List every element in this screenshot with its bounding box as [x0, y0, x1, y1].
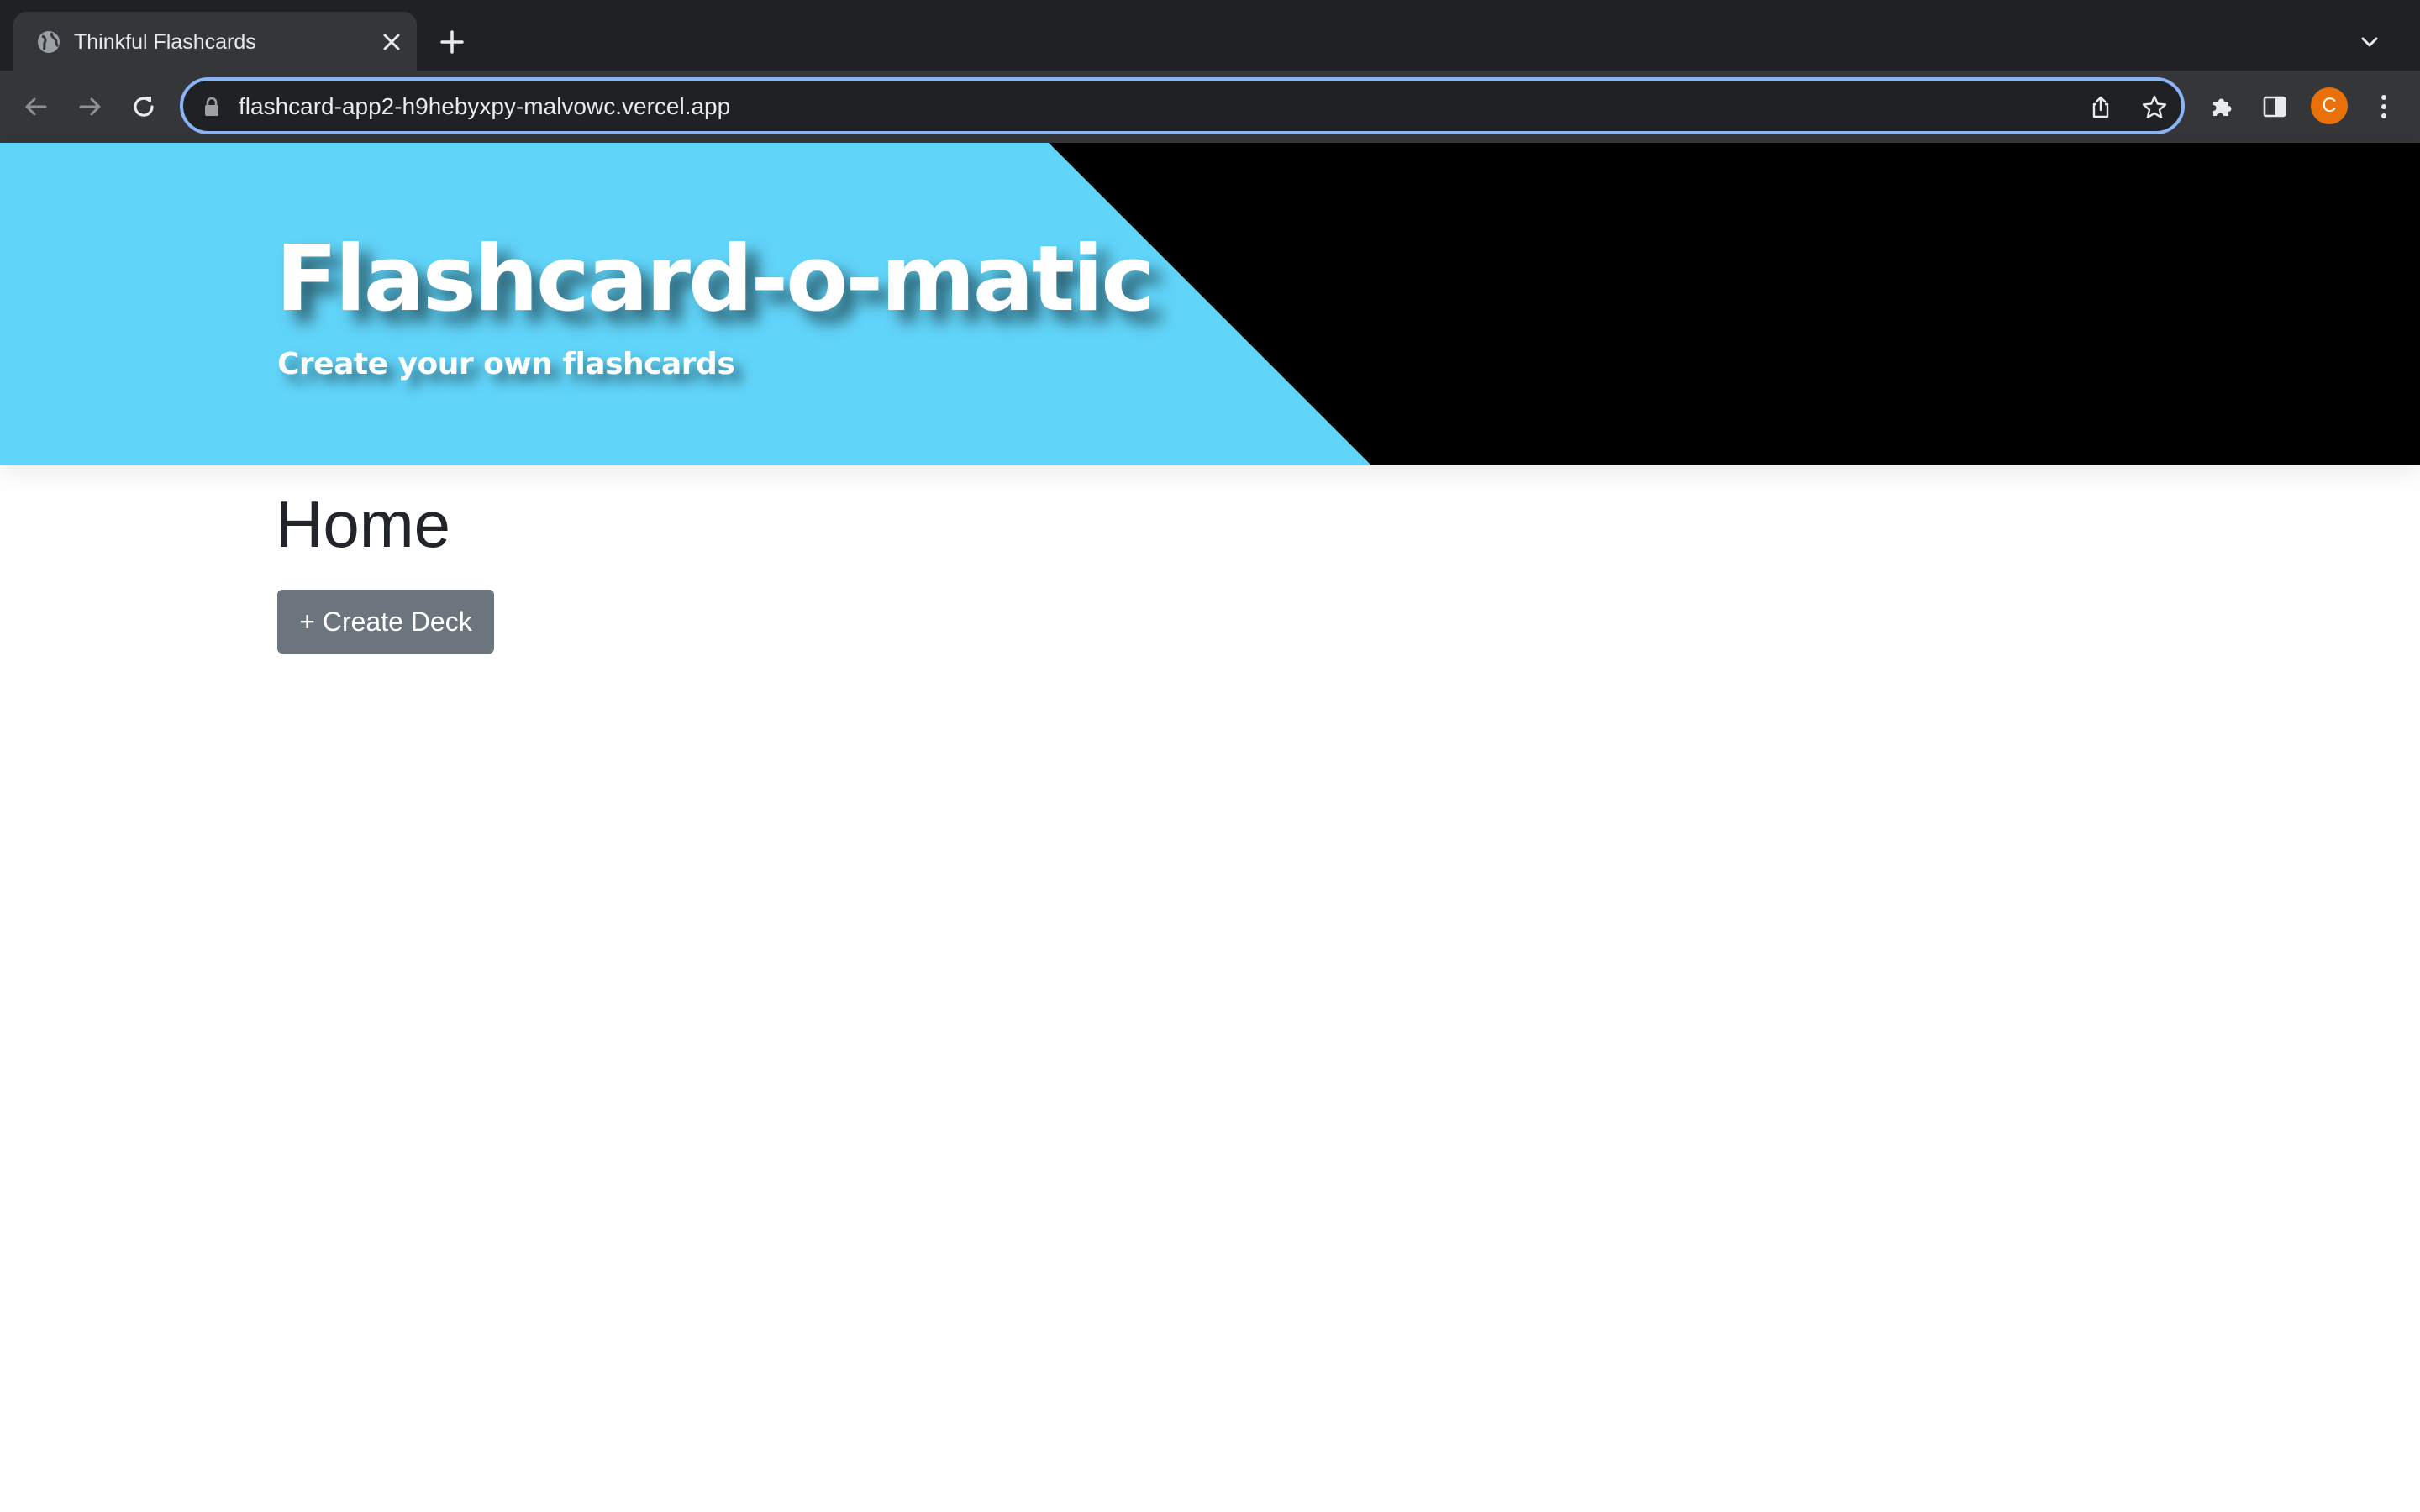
create-deck-button[interactable]: + Create Deck	[277, 590, 494, 654]
address-bar[interactable]: flashcard-app2-h9hebyxpy-malvowc.vercel.…	[180, 77, 2185, 134]
lock-icon[interactable]	[202, 96, 222, 118]
browser-window: Thinkful Flashcards flashcard-app2-h9heb…	[0, 0, 2420, 1512]
browser-toolbar: flashcard-app2-h9hebyxpy-malvowc.vercel.…	[0, 71, 2420, 143]
tab-strip: Thinkful Flashcards	[0, 0, 2420, 71]
url-text[interactable]: flashcard-app2-h9hebyxpy-malvowc.vercel.…	[239, 92, 730, 121]
arrow-left-icon[interactable]	[17, 87, 55, 126]
plus-icon[interactable]	[435, 25, 469, 59]
close-icon[interactable]	[378, 29, 405, 55]
page-header: Flashcard-o-matic Create your own flashc…	[0, 143, 2420, 465]
chevron-down-icon[interactable]	[2353, 25, 2386, 59]
share-icon[interactable]	[2084, 91, 2118, 124]
arrow-right-icon[interactable]	[71, 87, 109, 126]
globe-icon	[35, 29, 62, 55]
tab-title: Thinkful Flashcards	[74, 30, 256, 54]
profile-avatar[interactable]: C	[2311, 87, 2348, 124]
tab-thinkful-flashcards[interactable]: Thinkful Flashcards	[13, 12, 417, 71]
side-panel-icon[interactable]	[2255, 87, 2294, 126]
puzzle-icon[interactable]	[2203, 87, 2242, 126]
reload-icon[interactable]	[124, 87, 163, 126]
kebab-menu-icon[interactable]	[2365, 87, 2403, 126]
star-icon[interactable]	[2138, 91, 2171, 124]
page-title: Home	[276, 487, 451, 561]
site-subtitle: Create your own flashcards	[277, 347, 735, 381]
site-title: Flashcard-o-matic	[276, 227, 1155, 332]
